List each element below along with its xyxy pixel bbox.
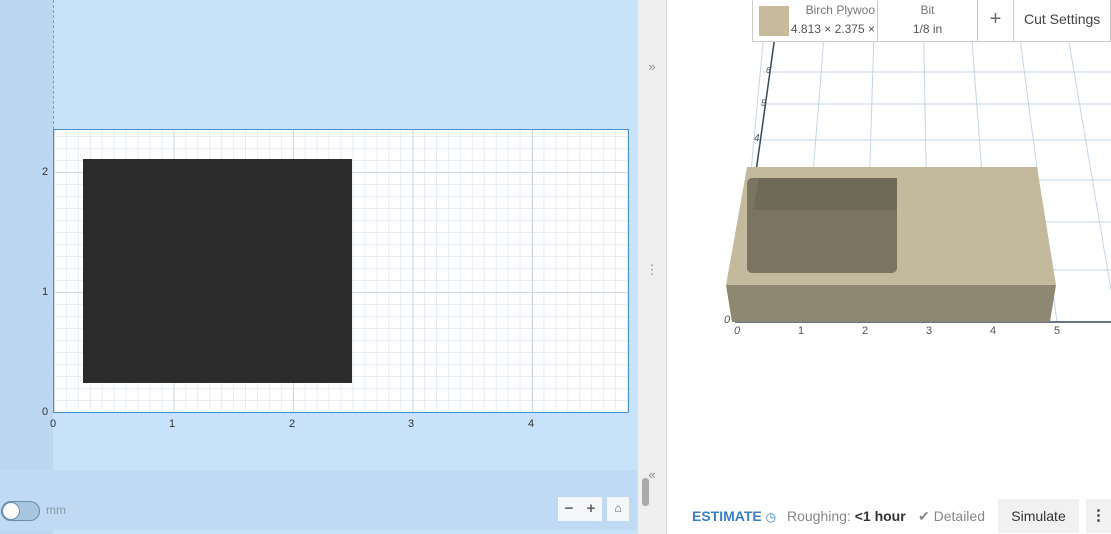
ruler-strip	[0, 0, 53, 534]
x-tick: 0	[50, 418, 57, 430]
y3d-tick: 4	[754, 133, 760, 144]
x-tick: 4	[528, 418, 535, 430]
detailed-label: Detailed	[933, 508, 985, 524]
toggle-knob	[2, 502, 20, 520]
y-tick: 1	[42, 286, 49, 298]
expand-left-button[interactable]: »	[638, 59, 666, 74]
material-swatch	[759, 6, 789, 36]
x3d-tick: 4	[990, 325, 997, 337]
stock-front-face	[726, 285, 1056, 322]
x3d-tick: 1	[798, 325, 805, 337]
roughing-value: <1 hour	[854, 508, 906, 524]
bit-button[interactable]: Bit 1/8 in	[878, 0, 978, 41]
pocket-shape[interactable]	[83, 159, 352, 383]
panel-divider[interactable]: » ⋮ «	[637, 0, 667, 534]
roughing-estimate: Roughing: <1 hour	[787, 508, 912, 524]
cut-settings-button[interactable]: Cut Settings	[1014, 0, 1110, 41]
estimate-text: ESTIMATE	[692, 508, 762, 524]
origin-guide-line	[53, 0, 54, 129]
x3d-tick: 5	[1054, 325, 1061, 337]
material-button[interactable]: Birch Plywoo 4.813 × 2.375 ×	[753, 0, 878, 41]
clock-icon: ◷	[765, 510, 777, 524]
pocket-wall	[753, 178, 897, 210]
x3d-tick: 2	[862, 325, 869, 337]
x-tick: 1	[169, 418, 176, 430]
y-tick: 0	[42, 406, 49, 418]
home-button[interactable]: ⌂	[607, 497, 629, 521]
check-icon: ✔	[918, 508, 930, 524]
resize-handle[interactable]: ⋮	[638, 262, 666, 278]
add-bit-button[interactable]: +	[978, 0, 1014, 41]
design-canvas-panel[interactable]: 0 1 2 0 1 2 3 4 mm − + ⌂	[0, 0, 637, 534]
y3d-tick: 0	[724, 314, 731, 326]
preview-3d-panel[interactable]: 6 5 4 0 0 1 2 3 4 5	[667, 0, 1111, 534]
bit-label: Bit	[920, 3, 935, 17]
canvas-footer-band	[0, 470, 637, 530]
bit-value: 1/8 in	[912, 22, 943, 36]
roughing-label: Roughing:	[787, 508, 851, 524]
material-name: Birch Plywoo	[805, 3, 875, 17]
home-icon: ⌂	[614, 501, 622, 515]
x-tick: 3	[408, 418, 415, 430]
3d-view[interactable]	[667, 0, 1111, 360]
x-tick: 2	[289, 418, 296, 430]
unit-toggle-label: mm	[46, 503, 66, 517]
unit-toggle[interactable]	[1, 501, 40, 521]
zoom-in-button[interactable]: +	[580, 497, 602, 521]
x3d-tick: 3	[926, 325, 933, 337]
estimate-label[interactable]: ESTIMATE ◷	[692, 508, 782, 524]
scrollbar[interactable]	[642, 478, 649, 506]
x3d-tick: 0	[734, 325, 741, 337]
y3d-tick: 5	[761, 98, 767, 108]
zoom-out-button[interactable]: −	[558, 497, 580, 521]
material-dimensions: 4.813 × 2.375 ×	[790, 22, 875, 36]
detailed-estimate[interactable]: ✔ Detailed	[918, 508, 996, 525]
more-options-button[interactable]: ⋮	[1086, 499, 1111, 533]
simulate-button[interactable]: Simulate	[998, 499, 1079, 533]
material-toolbar: Birch Plywoo 4.813 × 2.375 × Bit 1/8 in …	[752, 0, 1111, 42]
y3d-tick: 6	[766, 66, 771, 75]
y-tick: 2	[42, 166, 49, 178]
